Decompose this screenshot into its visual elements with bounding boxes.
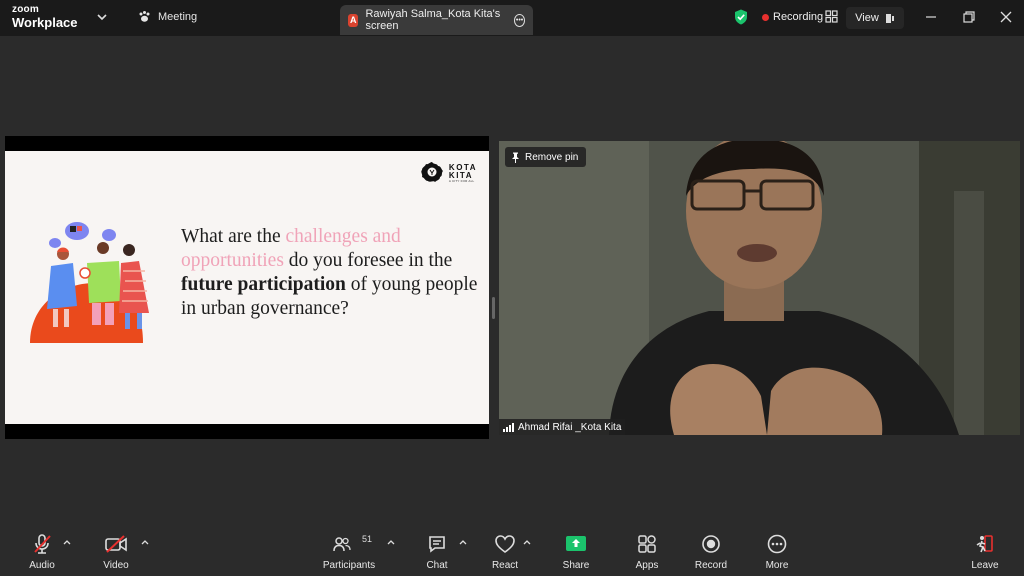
shared-slide[interactable]: KOTA KITA A CITY FOR ALL What are the ch… [5,151,489,424]
tab-meeting-label: Meeting [158,10,198,23]
participants-button[interactable]: 51 Participants [318,532,380,571]
title-bar: zoom Workplace Meeting A Rawiyah Salma_K… [0,0,1024,36]
more-icon [767,534,787,554]
question-highlight-bold: future participation [181,274,346,295]
kota-kita-emblem-icon [421,162,443,182]
chat-label: Chat [426,560,448,571]
participant-video-feed [499,141,1020,435]
paw-icon [139,11,150,22]
video-button[interactable]: Video [86,532,146,571]
remove-pin-button[interactable]: Remove pin [505,147,587,167]
kota-kita-tagline: A CITY FOR ALL [448,178,475,183]
view-label: View [855,12,879,24]
remove-pin-label: Remove pin [525,151,579,163]
video-options-chevron-icon[interactable] [141,539,149,545]
question-part-1: What are the [181,226,286,247]
audio-options-chevron-icon[interactable] [63,539,71,545]
participant-video[interactable]: Remove pin Ahmad Rifai _Kota Kita [499,141,1020,435]
video-label: Video [103,560,129,571]
shield-check-icon[interactable] [734,9,748,25]
app-logo[interactable]: zoom Workplace [12,4,78,30]
gallery-grid-icon[interactable] [825,10,838,23]
more-label: More [765,560,789,571]
audio-button[interactable]: Audio [12,532,72,571]
question-part-3: do you foresee in the [283,250,453,271]
record-button[interactable]: Record [681,532,741,571]
react-button[interactable]: React [475,532,535,571]
participants-options-chevron-icon[interactable] [387,539,395,545]
more-button[interactable]: More [747,532,807,571]
participants-count: 51 [362,534,373,544]
leave-label: Leave [971,560,999,571]
apps-button[interactable]: Apps [617,532,677,571]
leave-button[interactable]: Leave [955,532,1015,571]
react-label: React [491,560,519,571]
record-label: Record [694,560,728,571]
share-screen-icon [566,536,586,551]
leave-icon [976,535,993,553]
participant-name: Ahmad Rifai _Kota Kita [518,421,622,433]
minimize-icon[interactable] [923,9,939,25]
chat-button[interactable]: Chat [407,532,467,571]
people-illustration [30,222,149,343]
pin-icon [512,152,519,163]
recording-label: Recording [773,11,824,23]
chat-icon [429,536,445,553]
react-options-chevron-icon[interactable] [523,539,531,545]
tab-avatar: A [348,13,359,27]
chevron-down-icon[interactable] [96,11,108,23]
record-icon [702,535,720,553]
split-view-resize-handle[interactable] [492,297,495,319]
microphone-muted-icon [34,534,51,554]
apps-icon [638,535,656,553]
kota-kita-logo: KOTA KITA A CITY FOR ALL [419,161,477,185]
audio-label: Audio [29,560,55,571]
share-button[interactable]: Share [546,532,606,571]
participant-name-tag: Ahmad Rifai _Kota Kita [499,419,626,435]
view-layout-icon [885,13,894,23]
close-icon[interactable] [998,9,1014,25]
more-options-icon[interactable]: ••• [514,13,525,27]
meeting-toolbar: Audio Video 51 Participants Chat React S… [0,526,1024,576]
tab-shared-screen-label: Rawiyah Salma_Kota Kita's screen [365,8,501,32]
participants-icon [333,537,351,552]
recording-indicator[interactable]: Recording [762,11,823,23]
signal-bars-icon [503,422,514,432]
logo-big-text: Workplace [12,15,78,30]
participants-label: Participants [322,560,376,571]
slide-question: What are the challenges and opportunitie… [181,225,481,321]
tab-meeting[interactable]: Meeting [138,10,197,23]
apps-label: Apps [635,560,659,571]
chat-options-chevron-icon[interactable] [459,539,467,545]
recording-dot-icon [762,13,769,21]
restore-icon[interactable] [961,9,977,25]
view-button[interactable]: View [846,7,904,29]
tab-shared-screen[interactable]: A Rawiyah Salma_Kota Kita's screen ••• [340,5,533,35]
logo-small-text: zoom [12,4,39,15]
camera-off-icon [105,535,127,553]
share-label: Share [562,560,590,571]
heart-icon [495,535,515,553]
